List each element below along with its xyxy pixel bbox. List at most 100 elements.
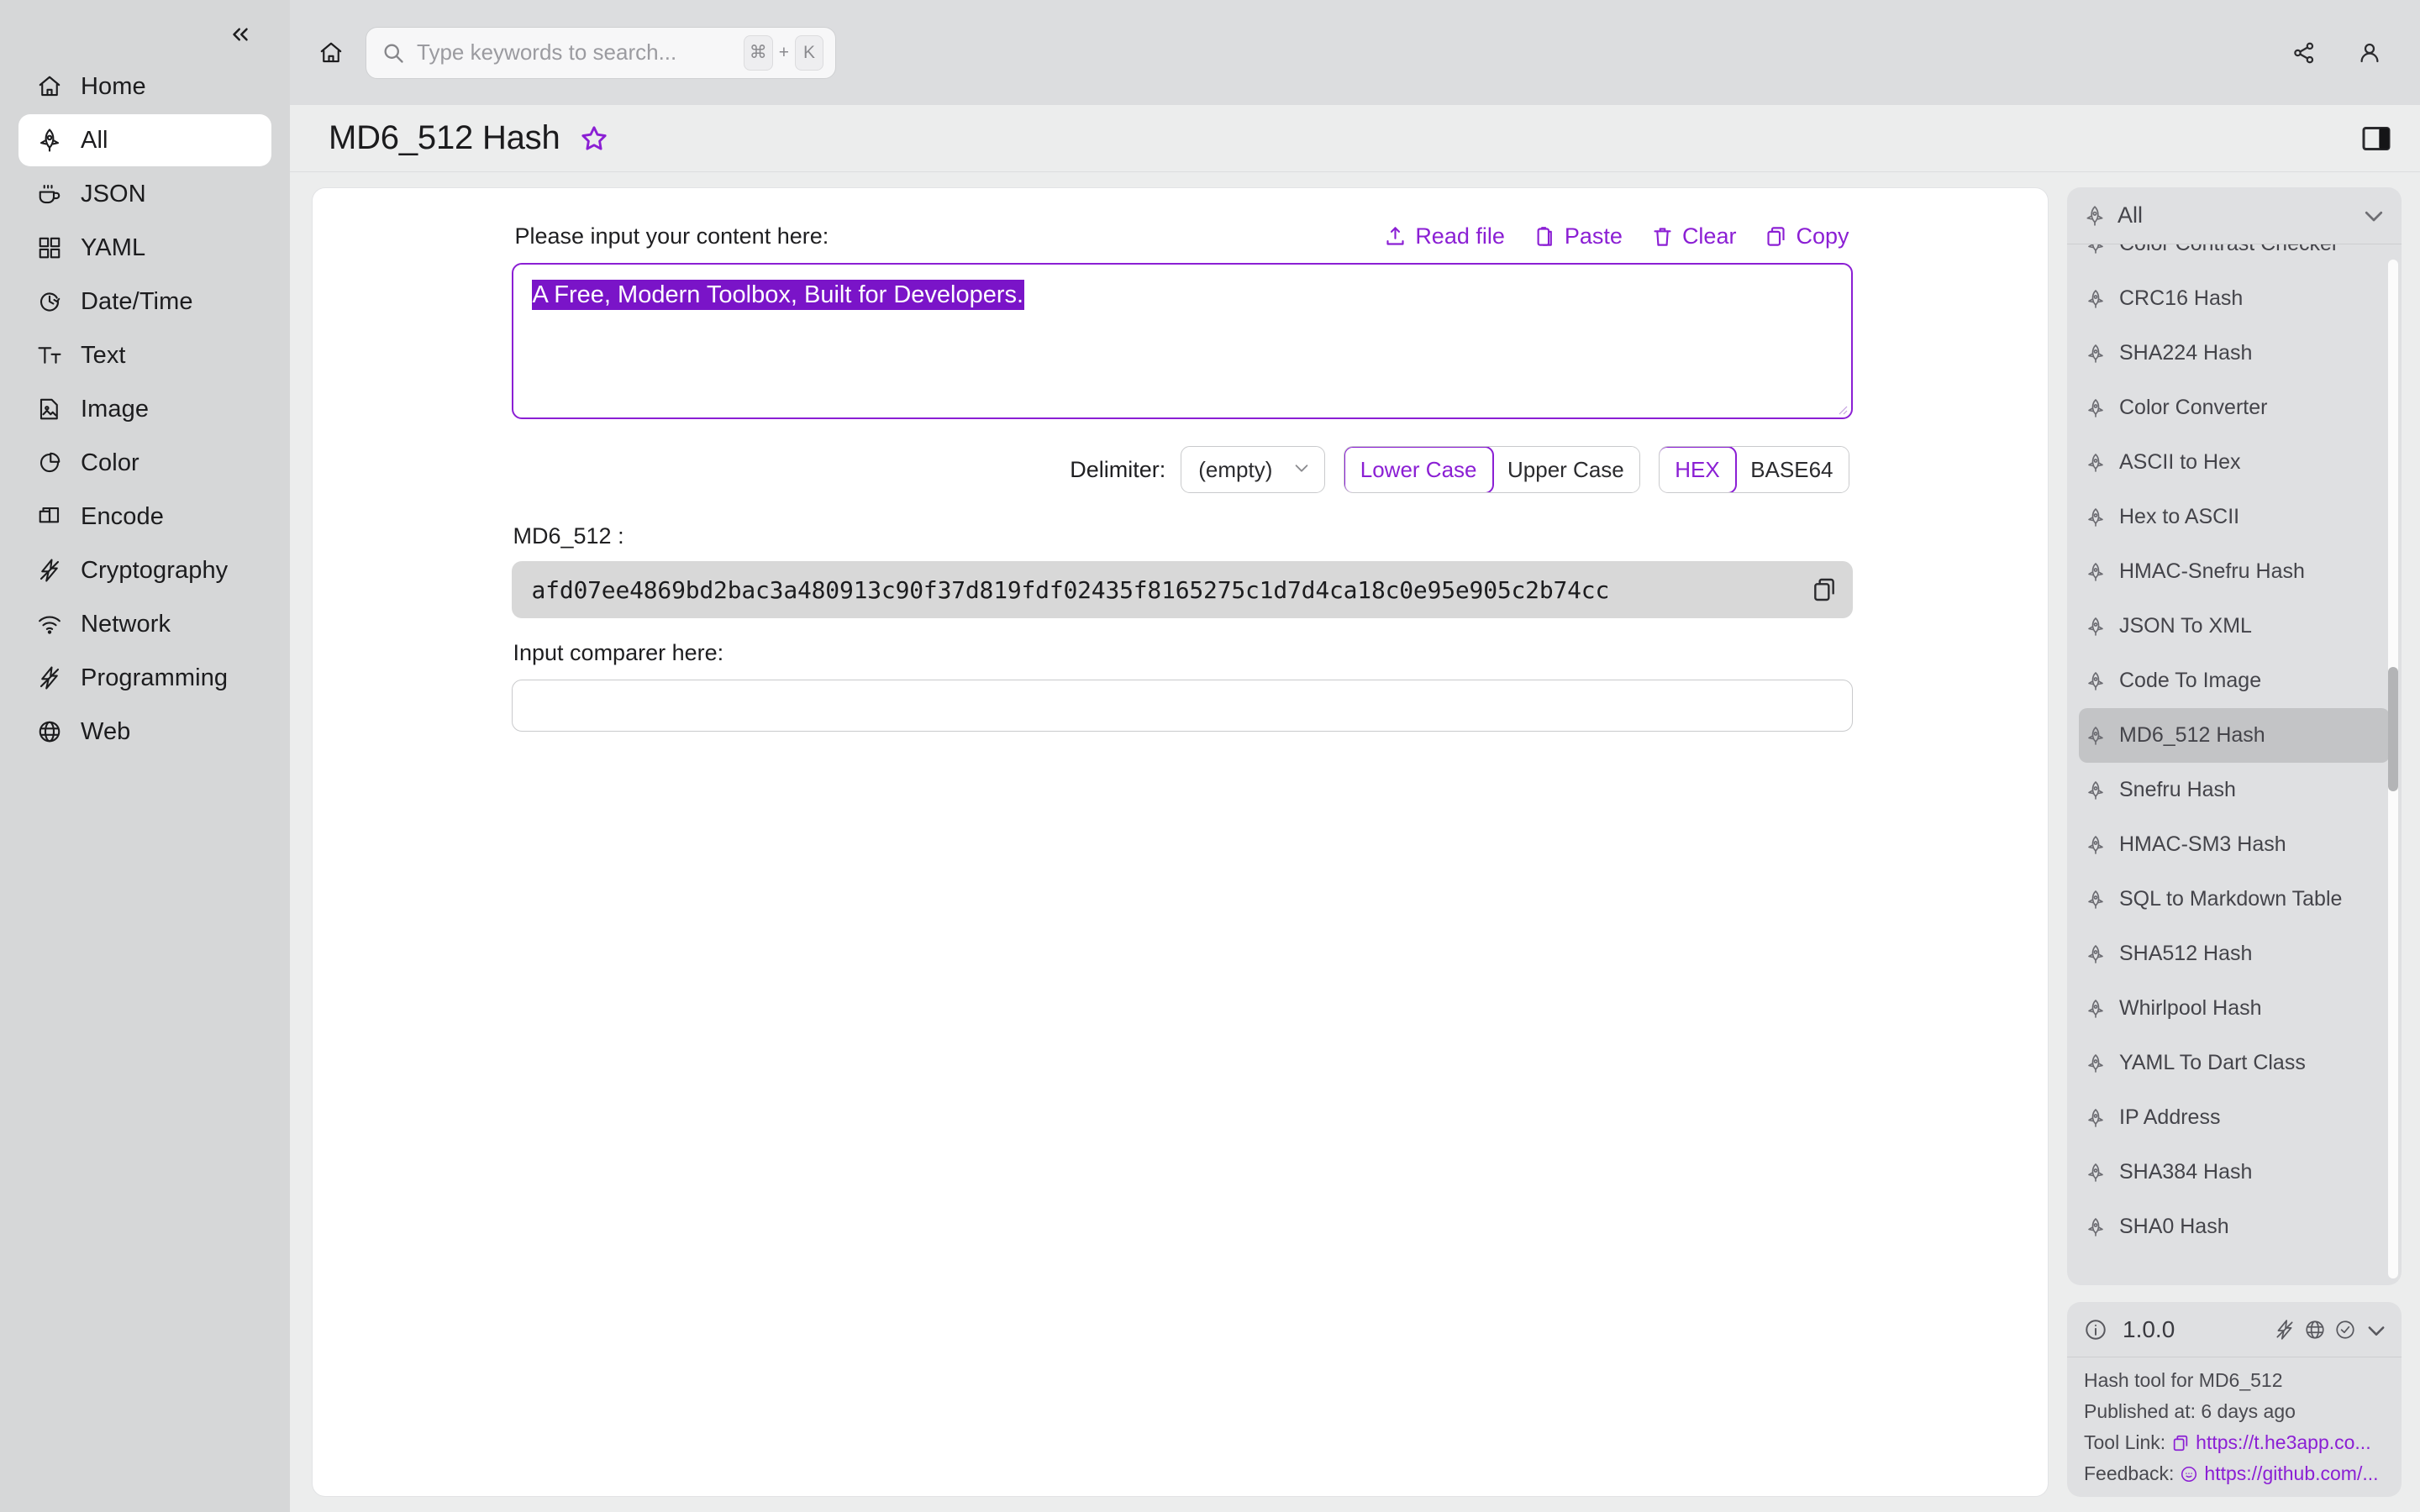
list-item[interactable]: Snefru Hash — [2079, 763, 2390, 817]
tool-list-header[interactable]: All — [2067, 187, 2402, 244]
user-icon[interactable] — [2349, 33, 2390, 73]
clear-label: Clear — [1681, 223, 1737, 249]
copy-icon[interactable] — [1811, 576, 1838, 603]
bolt-icon[interactable] — [2274, 1319, 2296, 1341]
top-bar: Type keywords to search... ⌘ + K — [290, 0, 2420, 105]
tool-list-scroll-area[interactable]: Color Contrast Checker CRC16 Hash SHA224… — [2067, 244, 2402, 1285]
sidebar-item-label: Home — [81, 72, 146, 100]
sidebar-item-label: YAML — [81, 234, 146, 261]
sidebar-item-yaml[interactable]: YAML — [18, 222, 271, 274]
sidebar-item-label: Cryptography — [81, 556, 229, 584]
tool-link-url[interactable]: https://t.he3app.co... — [2196, 1431, 2370, 1454]
clear-button[interactable]: Clear — [1651, 223, 1737, 249]
list-item[interactable]: YAML To Dart Class — [2079, 1036, 2390, 1090]
sidebar-item-text[interactable]: Text — [18, 329, 271, 381]
sidebar-item-color[interactable]: Color — [18, 437, 271, 489]
search-input[interactable]: Type keywords to search... ⌘ + K — [366, 26, 836, 79]
list-item[interactable]: Hex to ASCII — [2079, 490, 2390, 544]
info-circle-icon — [2084, 1318, 2107, 1341]
top-bar-actions — [2284, 0, 2390, 105]
list-item-label: Hex to ASCII — [2119, 505, 2240, 528]
message-icon[interactable] — [2180, 1465, 2198, 1483]
chevron-down-icon — [1292, 459, 1311, 481]
list-item[interactable]: SHA512 Hash — [2079, 927, 2390, 981]
sidebar-item-datetime[interactable]: Date/Time — [18, 276, 271, 328]
paste-button[interactable]: Paste — [1534, 223, 1623, 249]
share-icon[interactable] — [2284, 33, 2324, 73]
list-item[interactable]: SHA384 Hash — [2079, 1145, 2390, 1200]
list-item[interactable]: SQL to Markdown Table — [2079, 872, 2390, 927]
hex-button[interactable]: HEX — [1659, 447, 1737, 492]
copy-icon — [1767, 227, 1786, 246]
comparer-label: Input comparer here: — [513, 640, 724, 665]
globe-icon[interactable] — [2304, 1319, 2326, 1341]
chevrons-left-icon[interactable] — [221, 15, 260, 54]
sidebar-item-all[interactable]: All — [18, 114, 271, 166]
list-item-label: SQL to Markdown Table — [2119, 887, 2343, 911]
list-item[interactable]: CRC16 Hash — [2079, 271, 2390, 326]
sidebar-item-json[interactable]: JSON — [18, 168, 271, 220]
chevron-down-icon[interactable] — [2361, 203, 2386, 228]
input-actions: Read file Paste Clear Copy — [1384, 223, 1849, 249]
tool-card-wrapper: Please input your content here: Read fil… — [290, 187, 2067, 1497]
sidebar-item-cryptography[interactable]: Cryptography — [18, 544, 271, 596]
list-item[interactable]: SHA0 Hash — [2079, 1200, 2390, 1254]
rocket-icon — [2086, 999, 2106, 1019]
list-item[interactable]: Whirlpool Hash — [2079, 981, 2390, 1036]
result-label: MD6_512 : — [513, 523, 624, 549]
list-item-label: YAML To Dart Class — [2119, 1051, 2306, 1074]
list-item[interactable]: JSON To XML — [2079, 599, 2390, 654]
tool-info-card: 1.0.0 Hash tool for MD6_512 Published at… — [2067, 1302, 2402, 1497]
base64-button[interactable]: BASE64 — [1735, 447, 1849, 492]
tool-list-scrollbar-thumb[interactable] — [2388, 667, 2398, 792]
delimiter-select[interactable]: (empty) — [1181, 446, 1326, 493]
wifi-icon — [37, 612, 62, 637]
search-icon — [381, 41, 405, 65]
sidebar-item-network[interactable]: Network — [18, 598, 271, 650]
list-item-label: Snefru Hash — [2119, 778, 2236, 801]
copy-icon[interactable] — [2171, 1434, 2190, 1452]
list-item[interactable]: HMAC-Snefru Hash — [2079, 544, 2390, 599]
sidebar-item-web[interactable]: Web — [18, 706, 271, 758]
tool-list-scrollbar[interactable] — [2388, 260, 2398, 1278]
list-item-md6-512-hash[interactable]: MD6_512 Hash — [2079, 708, 2390, 763]
chevron-down-icon[interactable] — [2365, 1319, 2386, 1341]
tool-published: Published at: 6 days ago — [2084, 1400, 2296, 1422]
list-item[interactable]: SHA224 Hash — [2079, 326, 2390, 381]
feedback-url[interactable]: https://github.com/... — [2204, 1462, 2378, 1485]
rocket-icon — [2086, 617, 2106, 637]
sidebar-nav: Home All JSON YAML Date/Time Text Image … — [0, 60, 290, 758]
tool-version: 1.0.0 — [2123, 1315, 2175, 1342]
read-file-button[interactable]: Read file — [1384, 223, 1505, 249]
rocket-icon — [2086, 507, 2106, 528]
star-outline-icon[interactable] — [579, 123, 609, 154]
delimiter-label: Delimiter: — [1070, 456, 1166, 482]
home-icon[interactable] — [308, 30, 354, 76]
list-item[interactable]: Code To Image — [2079, 654, 2390, 708]
list-item[interactable]: HMAC-SM3 Hash — [2079, 817, 2390, 872]
result-value: afd07ee4869bd2bac3a480913c90f37d819fdf02… — [531, 575, 1610, 604]
check-circle-icon[interactable] — [2334, 1319, 2356, 1341]
sidebar-item-encode[interactable]: Encode — [18, 491, 271, 543]
list-item[interactable]: IP Address — [2079, 1090, 2390, 1145]
encoding-toggle-group: HEX BASE64 — [1658, 446, 1849, 493]
content-textarea[interactable]: A Free, Modern Toolbox, Built for Develo… — [511, 263, 1853, 419]
rocket-icon — [2084, 205, 2106, 227]
comparer-input[interactable] — [511, 680, 1853, 732]
panel-right-icon[interactable] — [2360, 122, 2393, 155]
lower-case-button[interactable]: Lower Case — [1344, 447, 1494, 492]
sidebar-collapse-row — [0, 8, 290, 60]
sidebar-item-image[interactable]: Image — [18, 383, 271, 435]
rocket-icon — [2086, 890, 2106, 910]
list-item[interactable]: ASCII to Hex — [2079, 435, 2390, 490]
copy-button[interactable]: Copy — [1765, 223, 1849, 249]
sidebar-item-programming[interactable]: Programming — [18, 652, 271, 704]
upper-case-button[interactable]: Upper Case — [1492, 447, 1639, 492]
textarea-resize-handle[interactable] — [1834, 402, 1848, 415]
list-item[interactable]: Color Converter — [2079, 381, 2390, 435]
list-item[interactable]: Color Contrast Checker — [2079, 244, 2390, 271]
sidebar-item-home[interactable]: Home — [18, 60, 271, 113]
home-icon — [37, 74, 62, 99]
page-title: MD6_512 Hash — [329, 119, 560, 156]
tool-inner: Please input your content here: Read fil… — [508, 223, 1853, 732]
